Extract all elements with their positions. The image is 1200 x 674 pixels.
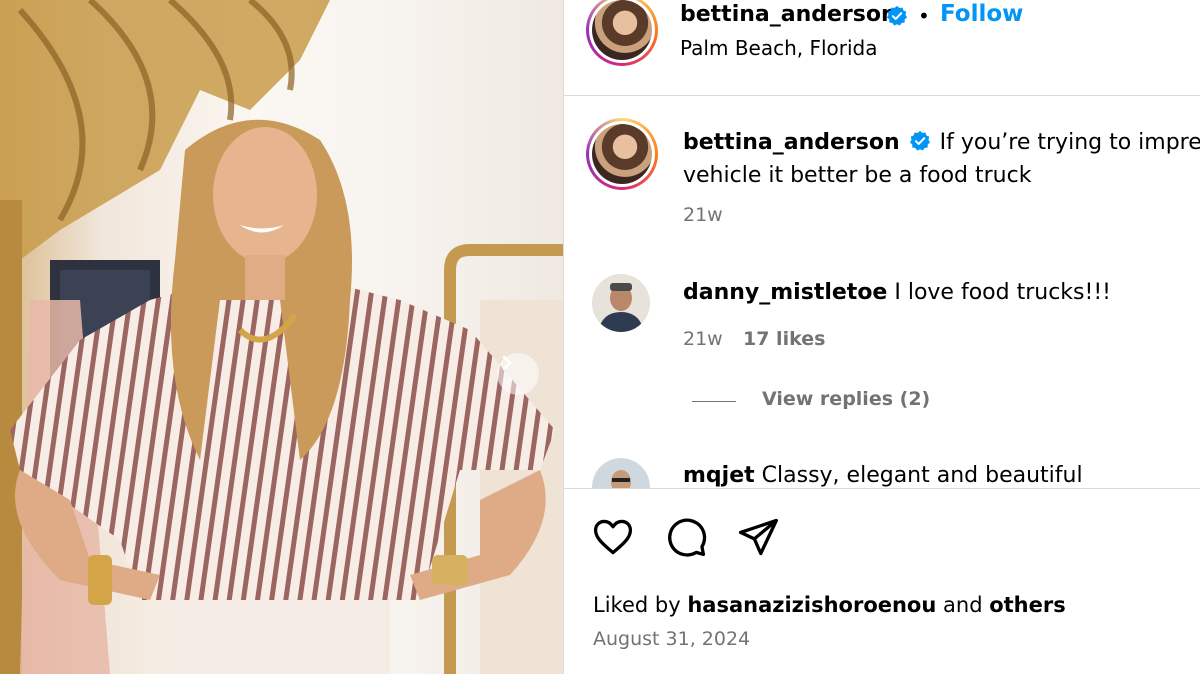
caption-author-avatar[interactable] <box>586 118 658 190</box>
comment-username[interactable]: mqjet <box>683 463 755 488</box>
comment-icon[interactable] <box>664 515 708 559</box>
liked-by-text: Liked by hasanazizishoroenou and others <box>593 593 1066 617</box>
caption-text-2: vehicle it better be a food truck <box>683 163 1032 188</box>
liked-by-user[interactable]: hasanazizishoroenou <box>687 593 936 617</box>
verified-badge-icon <box>909 130 930 151</box>
commenter-avatar[interactable] <box>592 458 650 488</box>
post-photo-illustration <box>0 0 563 674</box>
post-header: bettina_anderson • Follow Palm Beach, Fl… <box>564 0 1200 96</box>
comment-username[interactable]: danny_mistletoe <box>683 280 887 305</box>
post-photo <box>0 0 563 674</box>
replies-divider <box>692 401 736 402</box>
comment-likes[interactable]: 17 likes <box>743 328 825 350</box>
separator-dot: • <box>918 4 930 28</box>
post-location[interactable]: Palm Beach, Florida <box>680 36 878 60</box>
comment-1: danny_mistletoe I love food trucks!!! <box>683 276 1111 309</box>
caption-age[interactable]: 21w <box>683 204 723 226</box>
caption-text-1: If you’re trying to impress <box>939 130 1200 155</box>
heart-icon[interactable] <box>591 515 635 559</box>
comment-text: Classy, elegant and beautiful <box>761 463 1083 488</box>
follow-button[interactable]: Follow <box>940 1 1023 27</box>
next-photo-button[interactable] <box>497 353 539 395</box>
post-date[interactable]: August 31, 2024 <box>593 628 750 650</box>
verified-badge-icon <box>886 5 908 26</box>
post-details-panel: bettina_anderson • Follow Palm Beach, Fl… <box>564 0 1200 674</box>
caption-username[interactable]: bettina_anderson <box>683 130 900 155</box>
commenter-avatar[interactable] <box>592 274 650 332</box>
comment-text: I love food trucks!!! <box>894 280 1111 305</box>
comment-age[interactable]: 21w <box>683 328 723 350</box>
author-avatar[interactable] <box>586 0 658 66</box>
caption-line-1: bettina_anderson If you’re trying to imp… <box>683 126 1200 159</box>
comments-list[interactable]: bettina_anderson If you’re trying to imp… <box>564 96 1200 488</box>
comment-2: mqjet Classy, elegant and beautiful <box>683 459 1083 488</box>
chevron-right-icon <box>502 355 512 371</box>
post-actions: Liked by hasanazizishoroenou and others … <box>564 488 1200 674</box>
author-username[interactable]: bettina_anderson <box>680 2 897 27</box>
send-icon[interactable] <box>736 515 780 559</box>
view-replies-button[interactable]: View replies (2) <box>762 388 930 410</box>
liked-by-others[interactable]: others <box>989 593 1066 617</box>
